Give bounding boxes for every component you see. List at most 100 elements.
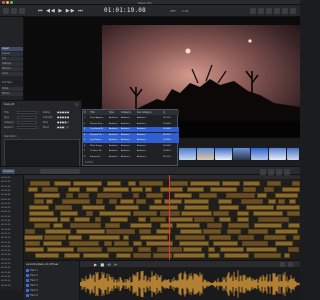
timeline-clip[interactable] [29, 181, 51, 186]
timeline-clip[interactable] [137, 217, 147, 222]
thumbnail[interactable] [179, 148, 196, 160]
timeline-clip[interactable] [53, 223, 63, 228]
timeline-clip[interactable] [63, 253, 80, 258]
zoom-display[interactable]: 1.0x [182, 9, 189, 13]
import-icon[interactable] [11, 8, 17, 14]
chapter-item[interactable]: 00:08:10 [1, 207, 10, 209]
timeline-clip[interactable] [277, 199, 286, 204]
scissors-icon[interactable] [276, 168, 282, 175]
search-icon[interactable] [274, 8, 280, 14]
timeline-clip[interactable] [120, 199, 134, 204]
timeline-clip[interactable] [122, 235, 130, 240]
timeline-clip[interactable] [129, 223, 153, 228]
timeline-clip[interactable] [29, 217, 59, 222]
timeline-clip[interactable] [247, 229, 269, 234]
timeline-clip[interactable] [217, 199, 233, 204]
timeline-clip[interactable] [149, 205, 179, 210]
chapter-item[interactable]: 00:05:50 [1, 199, 10, 201]
menu-icon[interactable] [290, 8, 296, 14]
timeline-clip[interactable] [159, 187, 183, 192]
timeline-clip[interactable] [68, 241, 100, 246]
timeline-clip[interactable] [186, 187, 205, 192]
waveform-editor[interactable]: ▶ ■ ⟲ ✂ [80, 260, 300, 300]
layout-icon[interactable] [250, 8, 256, 14]
timeline-clip[interactable] [140, 235, 169, 240]
timeline-clip[interactable] [236, 211, 249, 216]
table-row[interactable]: 1 Dust Approa… Ambient Ambient Ambient 02:12.… [83, 116, 179, 121]
chapter-item[interactable]: 00:24:30 [1, 267, 10, 269]
timeline-clip[interactable] [209, 187, 238, 192]
chapter-item[interactable]: 00:12:50 [1, 224, 10, 226]
timeline-clip[interactable] [208, 235, 231, 240]
chapter-item[interactable]: 00:00:00 [1, 177, 10, 179]
timeline-clip[interactable] [256, 193, 267, 198]
timeline-clip[interactable] [33, 223, 51, 228]
chapter-item[interactable]: 00:19:50 [1, 250, 10, 252]
column-header[interactable]: D_ [163, 111, 166, 114]
timeline-clip[interactable] [76, 247, 102, 252]
timeline-clip[interactable] [43, 235, 66, 240]
chapter-item[interactable]: 00:22:10 [1, 259, 10, 261]
timeline-clip[interactable] [173, 253, 205, 258]
timeline-clip[interactable] [73, 181, 103, 186]
timeline-clip[interactable] [82, 253, 110, 258]
timeline-clip[interactable] [102, 187, 129, 192]
table-row[interactable]: 4 Pinnacle Ri… Ambient Ambient Ambient 00:32.… [83, 132, 179, 138]
transport-controls[interactable]: ⏮ ◀◀ ▶ ▶▶ ⏭ [38, 8, 84, 14]
timeline-clip[interactable] [184, 205, 209, 210]
column-header[interactable]: Type [109, 111, 114, 114]
timeline-clip[interactable] [258, 217, 290, 222]
table-row[interactable]: 5 Low Drone… Ambient Ambient Ambient 01:18.0 [83, 138, 179, 143]
timeline-clip[interactable] [115, 205, 139, 210]
timeline-clip[interactable] [207, 223, 222, 228]
timeline-clip[interactable] [25, 229, 35, 234]
timeline-clip[interactable] [107, 181, 121, 186]
timeline-clip[interactable] [287, 223, 300, 228]
timeline-clip[interactable] [60, 217, 71, 222]
inspector-item[interactable]: Notes [1, 87, 23, 91]
playhead[interactable] [169, 175, 170, 260]
timeline-clip[interactable] [180, 211, 212, 216]
zoom-window-button[interactable] [10, 1, 13, 4]
timeline-clip[interactable] [287, 247, 300, 252]
timeline-clip[interactable] [267, 181, 281, 186]
column-header[interactable]: Title [90, 111, 95, 114]
timeline-clip[interactable] [175, 223, 201, 228]
timeline-clip[interactable] [28, 211, 55, 216]
timeline-clip[interactable] [144, 187, 152, 192]
timeline-clip[interactable] [133, 241, 142, 246]
category-field[interactable] [17, 121, 37, 124]
timeline-clip[interactable] [85, 187, 98, 192]
timeline-clip[interactable] [240, 199, 264, 204]
timeline-clip[interactable] [133, 211, 157, 216]
chapter-item[interactable]: 00:15:10 [1, 233, 10, 235]
timeline-clip[interactable] [34, 193, 60, 198]
rating-value[interactable]: ●●●●● [57, 111, 69, 114]
timeline-clip[interactable] [130, 187, 143, 192]
timeline-clip[interactable] [198, 193, 218, 198]
timeline-clip[interactable] [34, 253, 59, 258]
close-window-button[interactable] [2, 1, 5, 4]
settings-icon[interactable] [19, 8, 25, 14]
timeline-clip[interactable] [138, 229, 152, 234]
timeline-clip[interactable] [99, 211, 131, 216]
timeline-zoom-slider[interactable] [40, 169, 80, 174]
timeline-clip[interactable] [246, 247, 278, 252]
timeline-clip[interactable] [67, 187, 81, 192]
timeline-clip[interactable] [105, 223, 120, 228]
timeline-clip[interactable] [225, 193, 256, 198]
timeline-clip[interactable] [47, 247, 74, 252]
chapter-item[interactable]: 00:02:20 [1, 186, 10, 188]
timeline-clip[interactable] [179, 241, 209, 246]
fullscreen-icon[interactable] [282, 8, 288, 14]
timeline-clip[interactable] [275, 229, 299, 234]
table-row[interactable]: 3 Overhead Bi… Ambient Ambient Ambient 02:44.… [83, 127, 179, 132]
thumbnail[interactable] [251, 148, 268, 160]
timeline-clip[interactable] [252, 211, 283, 216]
timeline-clip[interactable] [228, 223, 250, 228]
chapter-item[interactable]: 00:01:10 [1, 181, 10, 183]
volume-icon[interactable] [288, 261, 293, 267]
timeline-clip[interactable] [109, 217, 128, 222]
filmstrip[interactable] [178, 146, 300, 166]
table-row[interactable]: 8 Industrial… Ambient Ambient Ambient 00:21.0 [83, 155, 179, 160]
